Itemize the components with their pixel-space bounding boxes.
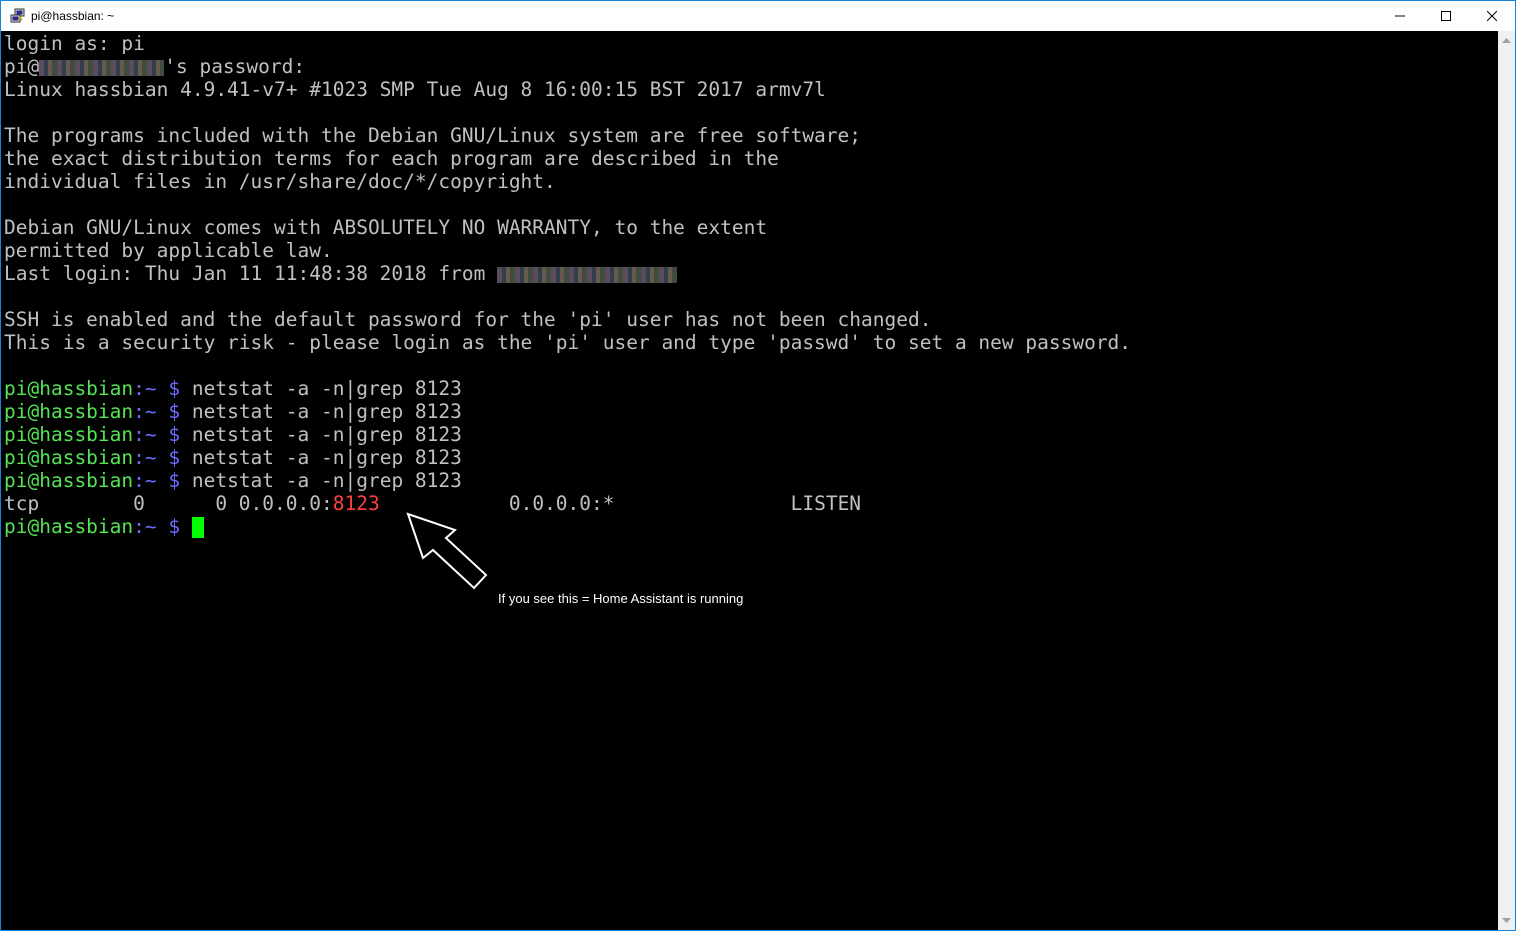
terminal-line: login as: pi: [4, 32, 145, 55]
login-line: login as: pi: [4, 32, 145, 55]
minimize-icon: [1395, 15, 1405, 17]
redacted-ip: [497, 266, 678, 283]
prompt-user: pi@hassbian: [4, 377, 134, 400]
terminal-line: This is a security risk - please login a…: [4, 331, 1131, 354]
prompt-user: pi@hassbian: [4, 446, 134, 469]
terminal-output[interactable]: login as: pi pi@ 's password: Linux hassb…: [1, 31, 1498, 930]
terminal-line: permitted by applicable law.: [4, 239, 333, 262]
motd-line: permitted by applicable law.: [4, 239, 333, 262]
redacted-host: [39, 59, 165, 76]
prompt-symbol: $: [156, 377, 192, 400]
active-prompt-line[interactable]: pi@hassbian:~ $: [4, 515, 204, 538]
command-text: netstat -a -n|grep 8123: [191, 377, 462, 400]
close-icon: [1487, 11, 1497, 21]
terminal-line: SSH is enabled and the default password …: [4, 308, 931, 331]
command-text: netstat -a -n|grep 8123: [191, 400, 462, 423]
window-title: pi@hassbian: ~: [31, 9, 115, 23]
prompt-symbol: $: [156, 469, 192, 492]
prompt-symbol: $: [156, 446, 192, 469]
terminal-line: individual files in /usr/share/doc/*/cop…: [4, 170, 556, 193]
terminal-line: Last login: Thu Jan 11 11:48:38 2018 fro…: [4, 262, 678, 285]
netstat-prefix: tcp 0 0 0.0.0.0:: [4, 492, 333, 515]
command-text: netstat -a -n|grep 8123: [191, 469, 462, 492]
prompt-symbol: $: [156, 515, 192, 538]
prompt-symbol: $: [156, 423, 192, 446]
prompt-user: pi@hassbian: [4, 423, 134, 446]
ssh-warning-line: SSH is enabled and the default password …: [4, 308, 932, 331]
scroll-thumb[interactable]: [1500, 48, 1513, 912]
motd-line: The programs included with the Debian GN…: [4, 124, 862, 147]
command-line: pi@hassbian:~ $ netstat -a -n|grep 8123: [4, 423, 462, 446]
prompt-path: :~: [133, 446, 157, 469]
vertical-scrollbar[interactable]: [1498, 31, 1515, 930]
password-prompt-text: 's password:: [164, 55, 306, 78]
terminal-window: pi@hassbian: ~ login as: pi pi@ 's passwo…: [0, 0, 1516, 931]
command-line: pi@hassbian:~ $ netstat -a -n|grep 8123: [4, 446, 462, 469]
prompt-path: :~: [133, 377, 157, 400]
motd-line: Debian GNU/Linux comes with ABSOLUTELY N…: [4, 216, 768, 239]
command-line: pi@hassbian:~ $ netstat -a -n|grep 8123: [4, 400, 462, 423]
command-line: pi@hassbian:~ $ netstat -a -n|grep 8123: [4, 469, 462, 492]
title-bar[interactable]: pi@hassbian: ~: [1, 1, 1515, 31]
maximize-button[interactable]: [1423, 1, 1469, 31]
annotation-caption: If you see this = Home Assistant is runn…: [498, 591, 744, 606]
prompt-user: pi@hassbian: [4, 515, 134, 538]
terminal-line: The programs included with the Debian GN…: [4, 124, 861, 147]
command-text: netstat -a -n|grep 8123: [191, 423, 462, 446]
port-highlight: 8123: [332, 492, 380, 515]
last-login-line: Last login: Thu Jan 11 11:48:38 2018 fro…: [4, 262, 498, 285]
terminal-line: Debian GNU/Linux comes with ABSOLUTELY N…: [4, 216, 767, 239]
prompt-symbol: $: [156, 400, 192, 423]
command-line: pi@hassbian:~ $ netstat -a -n|grep 8123: [4, 377, 462, 400]
putty-icon[interactable]: [10, 8, 26, 24]
prompt-user: pi@hassbian: [4, 469, 134, 492]
prompt-path: :~: [133, 515, 157, 538]
text-cursor: [191, 517, 204, 538]
prompt-path: :~: [133, 469, 157, 492]
motd-line: individual files in /usr/share/doc/*/cop…: [4, 170, 556, 193]
terminal-line: the exact distribution terms for each pr…: [4, 147, 779, 170]
ssh-warning-line: This is a security risk - please login a…: [4, 331, 1132, 354]
prompt-user: pi@hassbian: [4, 400, 134, 423]
command-text: netstat -a -n|grep 8123: [191, 446, 462, 469]
arrow-annotation-icon: [406, 512, 488, 590]
maximize-icon: [1441, 11, 1451, 21]
terminal-line: Linux hassbian 4.9.41-v7+ #1023 SMP Tue …: [4, 78, 826, 101]
kernel-line: Linux hassbian 4.9.41-v7+ #1023 SMP Tue …: [4, 78, 826, 101]
motd-line: the exact distribution terms for each pr…: [4, 147, 779, 170]
scroll-down-icon[interactable]: [1502, 918, 1511, 923]
prompt-path: :~: [133, 400, 157, 423]
password-prompt-user: pi@: [4, 55, 40, 78]
terminal-line: pi@ 's password:: [4, 55, 305, 78]
minimize-button[interactable]: [1377, 1, 1423, 31]
prompt-path: :~: [133, 423, 157, 446]
close-button[interactable]: [1469, 1, 1515, 31]
scroll-up-icon[interactable]: [1502, 38, 1511, 43]
